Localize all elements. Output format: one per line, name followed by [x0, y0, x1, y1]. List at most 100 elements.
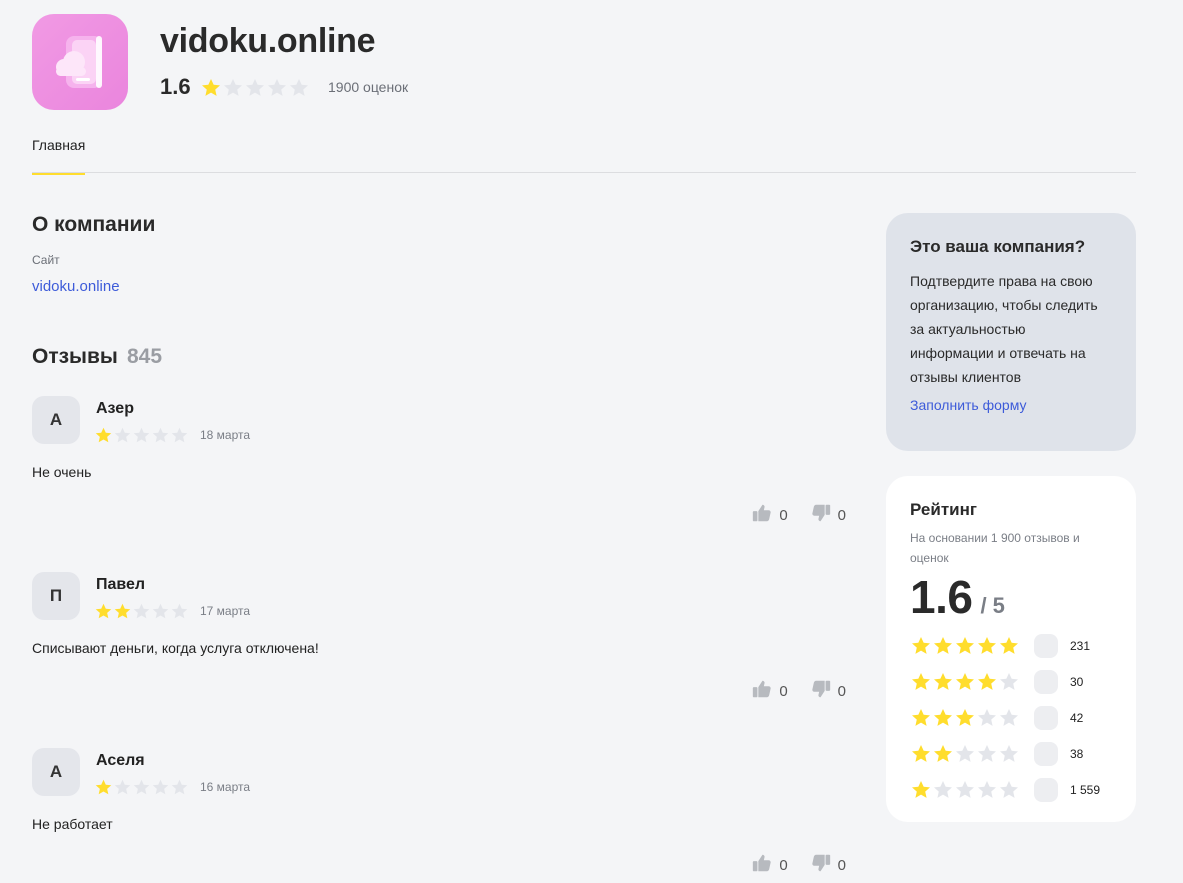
tab-bar: Главная	[32, 130, 1136, 175]
distribution-stars	[910, 635, 1020, 657]
distribution-stars	[910, 779, 1020, 801]
review-text: Списывают деньги, когда услуга отключена…	[32, 640, 319, 656]
claim-title: Это ваша компания?	[910, 237, 1086, 256]
review-date: 17 марта	[200, 604, 251, 618]
star-icon	[132, 426, 151, 445]
distribution-count: 231	[1070, 639, 1091, 653]
fill-form-link[interactable]: Заполнить форму	[910, 397, 1027, 413]
like-button[interactable]: 0	[751, 852, 788, 878]
distribution-bar	[1034, 634, 1058, 658]
star-icon	[910, 635, 932, 657]
site-label: Сайт	[32, 253, 60, 267]
company-name: vidoku.online	[160, 22, 376, 60]
distribution-row: 30	[910, 664, 1112, 700]
review-votes: 0 0	[751, 502, 846, 528]
distribution-count: 42	[1070, 711, 1084, 725]
thumbs-up-icon	[751, 502, 773, 528]
reviewer-name: Аселя	[96, 752, 145, 769]
distribution-stars	[910, 707, 1020, 729]
header-rating-score: 1.6	[160, 74, 191, 99]
star-icon	[266, 77, 288, 99]
dislike-button[interactable]: 0	[810, 502, 846, 528]
like-button[interactable]: 0	[751, 678, 788, 704]
like-count: 0	[779, 856, 788, 874]
like-button[interactable]: 0	[751, 502, 788, 528]
review-votes: 0 0	[751, 852, 846, 878]
star-icon	[151, 778, 170, 797]
rating-subtitle: На основании 1 900 отзывов и оценок	[910, 531, 1080, 565]
star-icon	[151, 426, 170, 445]
dislike-count: 0	[837, 856, 846, 874]
star-icon	[170, 602, 189, 621]
star-icon	[954, 671, 976, 693]
star-icon	[170, 778, 189, 797]
star-icon	[976, 671, 998, 693]
thumbs-down-icon	[810, 678, 832, 704]
review-stars	[94, 426, 189, 445]
distribution-row: 42	[910, 700, 1112, 736]
about-heading: О компании	[32, 213, 156, 236]
review-votes: 0 0	[751, 678, 846, 704]
ratings-count: 1900 оценок	[328, 79, 409, 95]
thumbs-down-icon	[810, 502, 832, 528]
review-card: А Аселя 16 марта Не работает 0 0	[32, 748, 846, 883]
distribution-bar	[1034, 670, 1058, 694]
like-count: 0	[779, 506, 788, 524]
site-link[interactable]: vidoku.online	[32, 278, 120, 295]
star-icon	[998, 671, 1020, 693]
star-icon	[132, 602, 151, 621]
claim-text: Подтвердите права на свою организацию, ч…	[910, 273, 1098, 385]
claim-company-card: Это ваша компания? Подтвердите права на …	[886, 213, 1136, 451]
rating-distribution: 231 30 42 38 1 559	[910, 628, 1112, 808]
avatar: А	[32, 748, 80, 796]
star-icon	[932, 635, 954, 657]
reviews-heading: Отзывы	[32, 345, 118, 368]
reviewer-name: Азер	[96, 400, 134, 417]
star-icon	[200, 77, 222, 99]
distribution-row: 1 559	[910, 772, 1112, 808]
star-icon	[976, 635, 998, 657]
review-text: Не работает	[32, 816, 113, 832]
distribution-bar	[1034, 778, 1058, 802]
star-icon	[910, 707, 932, 729]
star-icon	[998, 779, 1020, 801]
distribution-bar	[1034, 706, 1058, 730]
star-icon	[954, 635, 976, 657]
app-phone-cloud-icon	[56, 36, 102, 88]
review-text: Не очень	[32, 464, 92, 480]
review-card: А Азер 18 марта Не очень 0 0	[32, 396, 846, 546]
star-icon	[954, 779, 976, 801]
star-icon	[244, 77, 266, 99]
dislike-button[interactable]: 0	[810, 852, 846, 878]
thumbs-down-icon	[810, 852, 832, 878]
star-icon	[998, 707, 1020, 729]
dislike-count: 0	[837, 506, 846, 524]
dislike-button[interactable]: 0	[810, 678, 846, 704]
reviewer-name: Павел	[96, 576, 146, 593]
star-icon	[932, 743, 954, 765]
star-icon	[910, 743, 932, 765]
star-icon	[910, 779, 932, 801]
thumbs-up-icon	[751, 678, 773, 704]
star-icon	[170, 426, 189, 445]
distribution-stars	[910, 743, 1020, 765]
star-icon	[94, 602, 113, 621]
star-icon	[932, 707, 954, 729]
star-icon	[954, 707, 976, 729]
header-rating-stars	[200, 77, 310, 99]
rating-max: / 5	[980, 593, 1005, 618]
star-icon	[998, 743, 1020, 765]
distribution-bar	[1034, 742, 1058, 766]
star-icon	[94, 426, 113, 445]
rating-card: Рейтинг На основании 1 900 отзывов и оце…	[886, 476, 1136, 822]
avatar: П	[32, 572, 80, 620]
reviews-count: 845	[127, 345, 163, 368]
dislike-count: 0	[837, 682, 846, 700]
star-icon	[113, 602, 132, 621]
distribution-row: 38	[910, 736, 1112, 772]
star-icon	[132, 778, 151, 797]
star-icon	[976, 707, 998, 729]
tab-main[interactable]: Главная	[32, 137, 86, 175]
distribution-count: 30	[1070, 675, 1084, 689]
star-icon	[910, 671, 932, 693]
